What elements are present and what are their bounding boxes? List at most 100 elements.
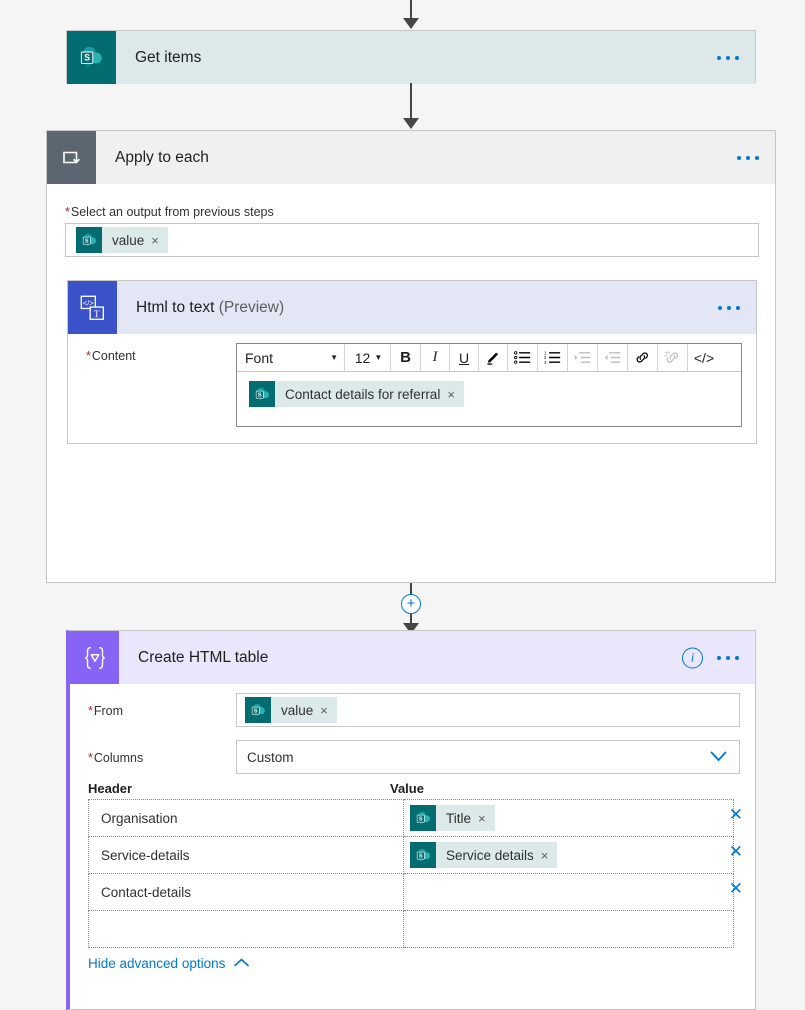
token-label: Title [446,810,472,826]
insert-new-step-icon[interactable]: + [401,594,421,614]
dynamic-content-token-value[interactable]: S value × [76,227,168,253]
chevron-down-icon: ▼ [330,353,338,362]
table-row[interactable]: Contact-details [88,873,734,911]
outdent-icon[interactable] [598,344,628,371]
unlink-icon[interactable] [658,344,688,371]
sharepoint-icon: S [67,31,116,84]
connector-top [403,0,419,29]
select-output-label: *Select an output from previous steps [65,205,274,219]
more-commands-icon[interactable] [737,155,759,160]
card-title: Apply to each [115,148,209,166]
advanced-options-label: Hide advanced options [88,956,226,971]
table-row[interactable]: Service-details S Service details × [88,836,734,874]
columns-label: *Columns [88,751,144,765]
required-asterisk: * [86,349,91,363]
card-header[interactable]: Apply to each [47,131,775,184]
bulleted-list-icon[interactable] [508,344,538,371]
action-card-html-to-text[interactable]: </> T Html to text (Preview) *Content Fo… [67,280,757,444]
sharepoint-icon: S [410,842,436,868]
row-header-cell[interactable]: Organisation [88,799,404,837]
token-label: value [281,702,314,718]
grid-value-col-label: Value [390,781,424,796]
loop-icon [47,131,96,184]
remove-token-icon[interactable]: × [476,811,495,826]
from-input[interactable]: S value × [236,693,740,727]
dynamic-content-token-contact-details[interactable]: S Contact details for referral × [249,381,464,407]
font-name-dropdown[interactable]: Font ▼ [237,344,345,371]
table-row[interactable]: Organisation S Title × [88,799,734,837]
svg-text:S: S [418,816,422,822]
dynamic-content-token-value[interactable]: S value × [245,697,337,723]
svg-text:S: S [257,392,261,398]
underline-icon[interactable]: U [450,344,479,371]
row-header-cell[interactable]: Contact-details [88,873,404,911]
content-label: *Content [86,349,136,363]
sharepoint-icon: S [76,227,102,253]
remove-token-icon[interactable]: × [539,848,558,863]
from-label: *From [88,704,124,718]
required-asterisk: * [65,205,70,219]
delete-row-icon[interactable]: ✕ [729,842,743,862]
dynamic-content-token-title[interactable]: S Title × [410,805,495,831]
remove-token-icon[interactable]: × [318,703,337,718]
card-title: Get items [135,48,202,66]
columns-dropdown[interactable]: Custom [236,740,740,774]
svg-text:</>: </> [82,298,93,307]
svg-text:S: S [84,53,90,63]
action-card-apply-to-each[interactable]: Apply to each *Select an output from pre… [46,130,776,673]
required-asterisk: * [88,751,93,765]
action-card-get-items[interactable]: S Get items [66,30,756,84]
card-header[interactable]: S Get items [67,31,755,84]
card-header[interactable]: </> T Html to text (Preview) [68,281,756,334]
token-label: value [112,232,145,248]
rich-text-content[interactable]: S Contact details for referral × [237,372,741,407]
card-title: Html to text (Preview) [136,298,285,316]
card-header[interactable]: Create HTML table i [70,631,755,684]
connector-get-items-to-apply [403,83,419,129]
row-value-cell[interactable] [403,873,734,911]
hide-advanced-options-button[interactable]: Hide advanced options [88,956,250,971]
numbered-list-icon[interactable]: 1 2 3 [538,344,568,371]
info-icon[interactable]: i [682,647,703,668]
link-icon[interactable] [628,344,658,371]
row-value-cell[interactable]: S Title × [403,799,734,837]
row-value-cell[interactable]: S Service details × [403,836,734,874]
svg-text:S: S [253,708,257,714]
more-commands-icon[interactable] [717,655,739,660]
token-label: Contact details for referral [285,386,441,402]
bold-icon[interactable]: B [391,344,421,371]
chevron-down-icon[interactable] [710,749,727,765]
code-view-icon[interactable]: </> [688,344,720,371]
more-commands-icon[interactable] [718,305,740,310]
svg-text:3: 3 [544,360,547,365]
columns-selected-value: Custom [247,749,294,765]
more-commands-icon[interactable] [717,55,739,60]
svg-text:T: T [93,309,99,319]
html-to-text-icon: </> T [68,281,117,334]
italic-icon[interactable]: I [421,344,450,371]
delete-row-icon[interactable]: ✕ [729,805,743,825]
sharepoint-icon: S [245,697,271,723]
highlighter-icon[interactable] [479,344,508,371]
token-label: Service details [446,847,534,863]
remove-token-icon[interactable]: × [149,233,168,248]
sharepoint-icon: S [249,381,275,407]
select-output-input[interactable]: S value × [65,223,759,257]
row-header-cell[interactable] [88,910,404,948]
indent-icon[interactable] [568,344,598,371]
row-value-cell[interactable] [403,910,734,948]
rich-text-toolbar[interactable]: Font ▼ 12 ▼ B I U 1 2 3 </> [237,344,741,372]
rich-text-editor[interactable]: Font ▼ 12 ▼ B I U 1 2 3 </> S Contact de… [236,343,742,427]
svg-text:S: S [84,238,88,244]
required-asterisk: * [88,704,93,718]
columns-grid: Organisation S Title × Service-details S… [88,799,734,948]
delete-row-icon[interactable]: ✕ [729,879,743,899]
table-row[interactable] [88,910,734,948]
connector-insert-new-step[interactable]: + [401,583,421,634]
font-size-dropdown[interactable]: 12 ▼ [345,344,391,371]
svg-text:S: S [418,853,422,859]
action-card-create-html-table[interactable]: Create HTML table i *From S value × *Col… [66,630,756,1010]
remove-token-icon[interactable]: × [445,387,464,402]
row-header-cell[interactable]: Service-details [88,836,404,874]
dynamic-content-token-service-details[interactable]: S Service details × [410,842,558,868]
